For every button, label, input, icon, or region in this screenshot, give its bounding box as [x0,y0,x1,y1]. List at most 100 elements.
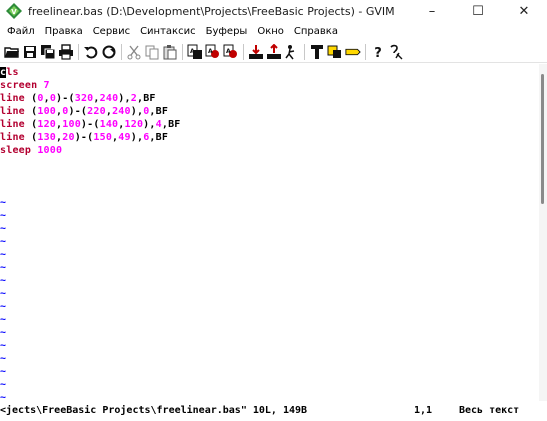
code-token: 100 [37,106,57,117]
code-token: ), [143,119,156,130]
maximize-icon: ☐ [472,3,484,19]
code-token: 100 [62,119,81,130]
editor-line: ~ [0,196,6,209]
minimize-icon: – [428,3,436,19]
editor-line: ~ [0,391,6,401]
empty-line-marker: ~ [0,353,7,364]
editor-line: ~ [0,352,6,365]
code-token: ls [6,67,19,78]
vertical-scrollbar[interactable] [539,64,547,401]
empty-line-marker: ~ [0,236,7,247]
save-session-icon[interactable] [266,43,282,60]
svg-text:A: A [226,48,231,55]
code-token: 320 [74,93,94,104]
code-token: )-( [68,106,88,117]
toolbar-separator [304,43,305,60]
code-token: line [0,93,32,104]
empty-line-marker: ~ [0,392,7,401]
editor-line: line (100,0)-(220,240),0,BF [0,105,168,118]
open-icon[interactable] [4,44,20,60]
code-token: )-( [80,119,100,130]
tag-jump-icon[interactable] [345,44,361,60]
toolbar-separator [243,43,244,60]
copy-icon[interactable] [144,44,160,60]
cut-icon[interactable] [126,44,142,60]
code-token: 240 [112,106,131,117]
code-token: 1000 [37,145,63,156]
editor-line: ~ [0,326,6,339]
code-token: ), [130,106,144,117]
editor-line: ~ [0,235,6,248]
empty-line-marker: ~ [0,288,7,299]
empty-line-marker: ~ [0,210,7,221]
empty-line-marker: ~ [0,249,7,260]
editor-line: line (0,0)-(320,240),2,BF [0,92,156,105]
menu-syntax[interactable]: Синтаксис [135,26,201,37]
editor-line: ~ [0,313,6,326]
editor-line: ~ [0,248,6,261]
editor-line: line (130,20)-(150,49),6,BF [0,131,168,144]
find-help-icon[interactable] [388,44,404,60]
code-token: line [0,119,32,130]
code-token: 140 [99,119,119,130]
close-button[interactable]: ✕ [501,0,547,22]
toolbar-separator [121,43,122,60]
editor-line: ~ [0,261,6,274]
menu-file[interactable]: Файл [2,26,40,37]
code-token: ,BF [149,132,169,143]
editor-line: screen 7 [0,79,50,92]
code-token: )-( [56,93,75,104]
toolbar-separator [365,43,366,60]
svg-text:?: ? [374,46,382,60]
window-title: freelinear.bas (D:\Development\Projects\… [28,4,395,18]
find-prev-icon[interactable]: A [223,44,239,60]
scrollbar-thumb[interactable] [541,74,544,204]
empty-line-marker: ~ [0,314,7,325]
make-icon[interactable] [309,44,325,60]
find-next-icon[interactable]: A [205,44,221,60]
svg-text:V: V [11,8,17,16]
save-all-icon[interactable] [40,44,56,60]
load-session-icon[interactable] [248,44,264,60]
toolbar-separator [78,43,79,60]
editor-line: ~ [0,274,6,287]
redo-icon[interactable] [101,44,117,60]
menu-tools[interactable]: Сервис [88,26,135,37]
empty-line-marker: ~ [0,197,7,208]
toolbar-separator [182,43,183,60]
code-token: )-( [74,132,94,143]
replace-icon[interactable]: A [187,44,203,60]
minimize-button[interactable]: – [409,0,455,22]
menu-buffers[interactable]: Буферы [201,26,253,37]
menu-window[interactable]: Окно [252,26,289,37]
editor-line: sleep 1000 [0,144,62,157]
close-icon: ✕ [518,3,530,19]
help-icon[interactable]: ? [370,44,386,60]
print-icon[interactable] [58,43,74,60]
empty-line-marker: ~ [0,262,7,273]
toolbar: A A A ? [0,41,547,63]
run-script-icon[interactable] [284,44,300,60]
code-token: ,BF [136,93,156,104]
editor-line: ~ [0,209,6,222]
menu-help[interactable]: Справка [289,26,343,37]
code-token: screen [0,80,44,91]
maximize-button[interactable]: ☐ [455,0,501,22]
code-token: line [0,106,32,117]
code-token: 130 [37,132,57,143]
status-file-info: <jects\FreeBasic Projects\freelinear.bas… [0,405,308,416]
menu-edit[interactable]: Правка [40,26,88,37]
editor-line: ~ [0,222,6,235]
title-bar: V freelinear.bas (D:\Development\Project… [0,0,547,22]
code-token: 120 [124,119,144,130]
code-token: 220 [87,106,106,117]
editor-line: cls [0,66,19,79]
status-scroll-percent: Весь текст [459,405,520,416]
paste-icon[interactable] [162,44,178,60]
undo-icon[interactable] [83,44,99,60]
save-icon[interactable] [22,44,38,60]
empty-line-marker: ~ [0,340,7,351]
shell-icon[interactable] [327,44,343,60]
svg-text:A: A [208,48,213,55]
text-editor-area[interactable]: cls screen 7 line (0,0)-(320,240),2,BF line… [0,64,539,401]
